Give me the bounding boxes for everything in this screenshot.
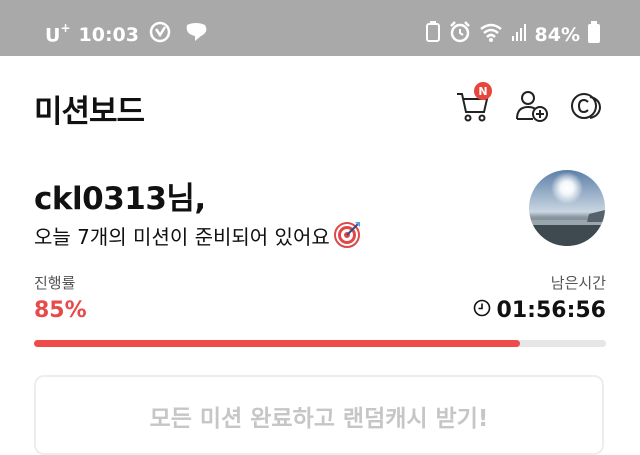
greeting-username: ckl0313님, bbox=[34, 181, 206, 217]
alarm-icon bbox=[449, 21, 471, 48]
page-title: 미션보드 bbox=[34, 94, 145, 130]
reward-button[interactable]: 모든 미션 완료하고 랜덤캐시 받기! bbox=[34, 375, 604, 455]
battery-icon bbox=[588, 21, 600, 48]
status-left: U+ 10:03 bbox=[45, 21, 209, 48]
cart-button[interactable]: N bbox=[455, 82, 492, 124]
add-friend-icon bbox=[516, 91, 548, 122]
reward-button-label: 모든 미션 완료하고 랜덤캐시 받기! bbox=[149, 406, 489, 432]
battery-percent: 84% bbox=[534, 23, 580, 46]
app-header: 미션보드 N bbox=[0, 56, 640, 146]
carrier-label: U+ bbox=[45, 20, 71, 47]
clock: 10:03 bbox=[78, 23, 139, 46]
remaining-time-value: 01:56:56 bbox=[496, 298, 606, 323]
clock-icon bbox=[473, 298, 491, 323]
wifi-icon bbox=[479, 22, 503, 47]
remaining-time: 01:56:56 bbox=[473, 298, 606, 323]
add-friend-button[interactable] bbox=[514, 88, 550, 124]
greeting-subtitle: 오늘 7개의 미션이 준비되어 있어요 bbox=[34, 220, 362, 253]
chat-notification-icon bbox=[183, 21, 209, 48]
status-bar: U+ 10:03 84% bbox=[0, 0, 640, 56]
recycle-icon bbox=[425, 21, 441, 48]
progress-bar-fill bbox=[34, 340, 521, 347]
avatar[interactable] bbox=[529, 170, 605, 246]
progress-label: 진행률 bbox=[34, 274, 76, 292]
status-right: 84% bbox=[417, 21, 600, 48]
remaining-time-label: 남은시간 bbox=[550, 274, 606, 292]
cart-badge: N bbox=[474, 82, 492, 100]
coin-button[interactable] bbox=[568, 88, 604, 124]
progress-value: 85% bbox=[34, 298, 87, 323]
subtitle-text: 오늘 7개의 미션이 준비되어 있어요 bbox=[34, 225, 330, 249]
avatar-image bbox=[529, 170, 605, 246]
progress-bar bbox=[34, 340, 606, 347]
coin-icon bbox=[571, 93, 602, 119]
signal-icon bbox=[511, 22, 527, 47]
app-notification-icon bbox=[149, 21, 173, 48]
target-dart-icon bbox=[333, 220, 362, 253]
